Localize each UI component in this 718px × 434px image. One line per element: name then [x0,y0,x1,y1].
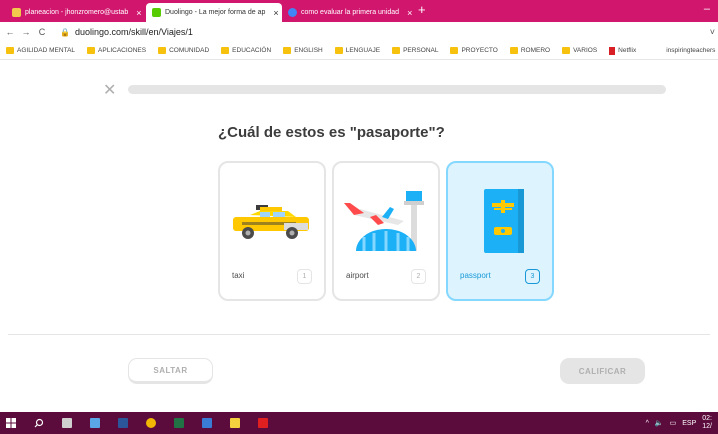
docs-icon [12,8,21,17]
folder-icon [87,47,96,54]
option-label: airport [346,271,369,280]
reload-icon[interactable]: C [36,27,48,37]
volume-icon[interactable]: 🔈 [655,419,664,427]
bookmark-educacion[interactable]: EDUCACIÓN [221,47,271,54]
skip-button[interactable]: SALTAR [128,358,213,384]
sticky-notes-icon[interactable] [224,412,246,434]
option-label: taxi [232,271,245,280]
chevron-down-icon[interactable]: ˅ [710,27,715,37]
media-player-icon[interactable] [196,412,218,434]
word-icon[interactable] [112,412,134,434]
excel-icon[interactable] [168,412,190,434]
folder-icon [158,47,167,54]
airport-icon [344,191,424,251]
passport-icon [484,189,524,253]
browser-tab-bar: planeacion - jhonzromero@ustab × Duoling… [0,0,718,22]
minimize-icon[interactable]: – [704,3,710,15]
calculator-icon[interactable] [56,412,78,434]
close-tab-icon[interactable]: × [407,8,412,18]
bookmark-netflix[interactable]: Netflix [609,46,636,55]
chevron-up-icon[interactable]: ^ [646,420,649,427]
bookmark-proyecto[interactable]: PROYECTO [450,47,498,54]
folder-icon [334,47,343,54]
windows-start-icon[interactable] [0,412,22,434]
folder-icon [221,47,230,54]
forward-icon[interactable]: → [20,27,32,37]
bookmark-aplicaciones[interactable]: APLICACIONES [87,47,146,54]
option-card-passport[interactable]: passport 3 [446,161,554,301]
bookmark-inspiringteachers[interactable]: inspiringteachers [666,47,715,54]
back-icon[interactable]: ← [4,27,16,37]
windows-taskbar: ^ 🔈 ▭ ESP 02: 12/ [0,412,718,434]
close-tab-icon[interactable]: × [136,8,141,18]
question-title: ¿Cuál de estos es "pasaporte"? [218,124,445,141]
bookmark-english[interactable]: ENGLISH [283,47,323,54]
file-explorer-icon[interactable] [84,412,106,434]
bookmark-comunidad[interactable]: COMUNIDAD [158,47,209,54]
option-card-airport[interactable]: airport 2 [332,161,440,301]
folder-icon [6,47,14,54]
bookmark-varios[interactable]: VARIOS [562,47,597,54]
bookmark-lenguaje[interactable]: LENGUAJE [334,47,380,54]
tab-planeacion[interactable]: planeacion - jhonzromero@ustab × [6,3,146,22]
folder-icon [562,47,571,54]
language-indicator[interactable]: ESP [682,420,696,427]
new-tab-button[interactable]: + [418,2,426,17]
bookmark-personal[interactable]: PERSONAL [392,47,438,54]
url-field[interactable]: duolingo.com/skill/en/Viajes/1 [75,27,193,37]
tab-duolingo[interactable]: Duolingo - La mejor forma de ap × [146,3,282,22]
pdf-reader-icon[interactable] [252,412,274,434]
lesson-progress-bar [128,85,666,94]
system-tray: ^ 🔈 ▭ ESP 02: 12/ [646,412,712,434]
address-bar: ← → C 🔒 duolingo.com/skill/en/Viajes/1 ˅ [0,22,718,42]
option-card-taxi[interactable]: taxi 1 [218,161,326,301]
option-number-badge: 2 [411,269,426,284]
chrome-icon[interactable] [140,412,162,434]
clock[interactable]: 02: 12/ [702,415,712,431]
check-button[interactable]: CALIFICAR [560,358,645,384]
lock-icon: 🔒 [60,27,70,37]
folder-icon [392,47,401,54]
tab-como-evaluar[interactable]: como evaluar la primera unidad × [282,3,417,22]
option-label: passport [460,271,491,280]
close-tab-icon[interactable]: × [273,8,278,18]
bookmarks-bar: AGILIDAD MENTAL APLICACIONES COMUNIDAD E… [0,42,718,60]
bookmark-romero[interactable]: ROMERO [509,47,550,54]
bookmark-agilidad-mental[interactable]: AGILIDAD MENTAL [6,47,75,54]
footer-divider [8,334,710,335]
network-icon[interactable]: ▭ [670,419,677,427]
folder-icon [450,47,459,54]
option-number-badge: 3 [525,269,540,284]
netflix-icon [609,46,616,55]
option-number-badge: 1 [297,269,312,284]
google-icon [288,8,297,17]
folder-icon [283,47,292,54]
taxi-icon [233,205,309,239]
search-icon[interactable] [28,412,50,434]
close-lesson-icon[interactable]: ✕ [103,80,116,100]
duolingo-icon [152,8,161,17]
folder-icon [509,47,518,54]
